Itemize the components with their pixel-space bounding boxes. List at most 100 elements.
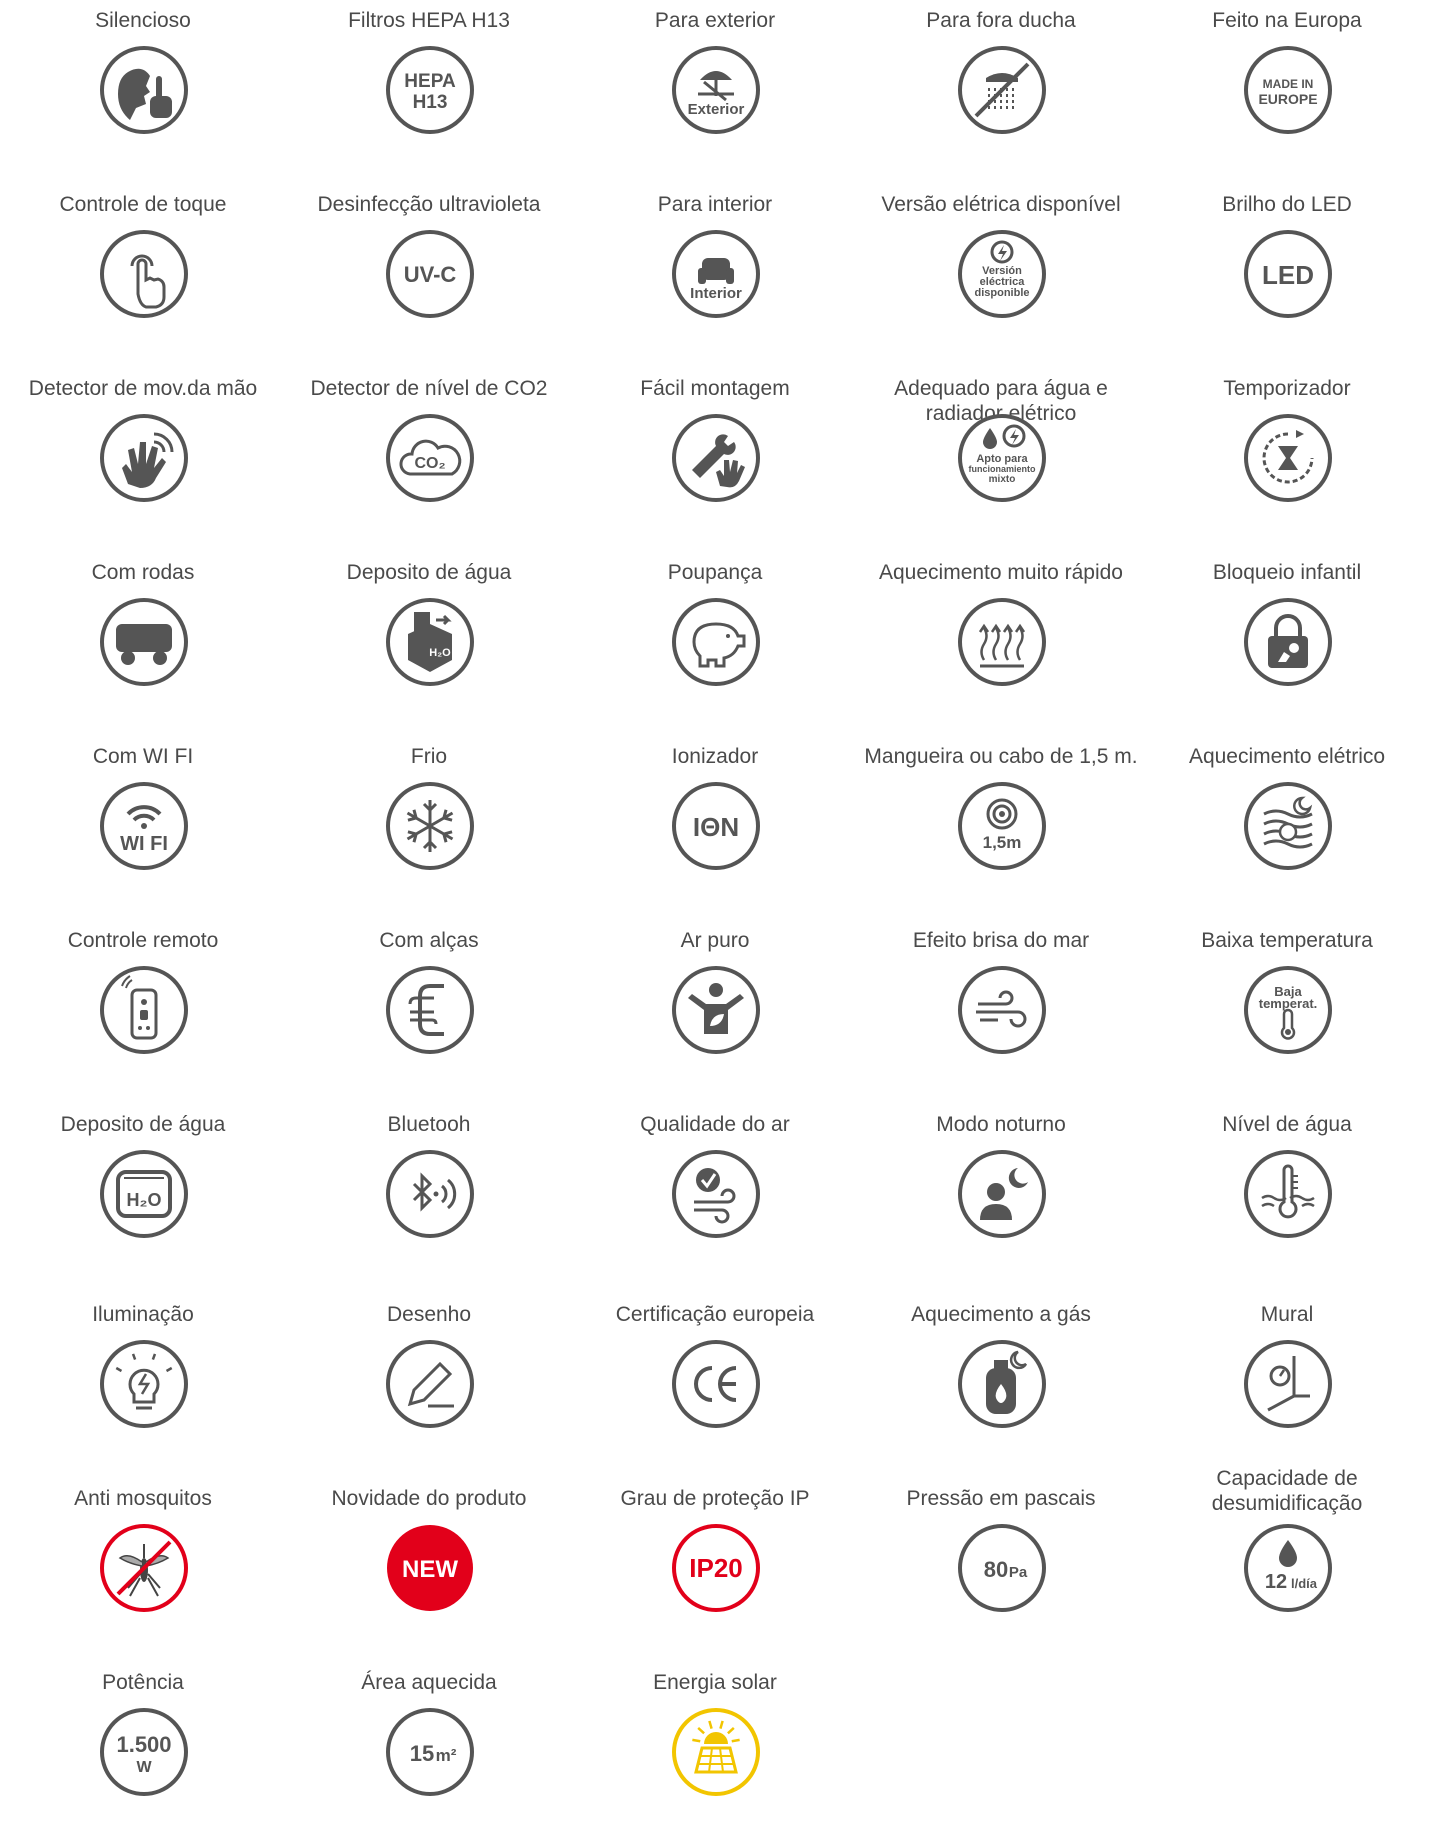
fast-heating-icon	[956, 596, 1048, 688]
feature-cell: Para interior Interior	[572, 184, 858, 368]
feature-label: Ionizador	[671, 745, 759, 768]
dehumidification-icon: 12 l/día	[1242, 1522, 1334, 1614]
no-shower-icon	[956, 44, 1048, 136]
feature-label: Novidade do produto	[331, 1487, 527, 1510]
snowflake-icon	[384, 780, 476, 872]
water-level-icon	[1242, 1148, 1334, 1240]
svg-text:80: 80	[984, 1557, 1008, 1582]
svg-text:IP20: IP20	[689, 1553, 743, 1583]
hand-motion-icon	[98, 412, 190, 504]
svg-text:funcionamiento: funcionamiento	[969, 464, 1037, 474]
feature-cell: Aquecimento elétrico	[1144, 736, 1430, 920]
feature-cell: Detector de mov.da mão	[0, 368, 286, 552]
easy-assembly-icon	[670, 412, 762, 504]
svg-text:IΘN: IΘN	[693, 812, 739, 842]
feature-label: Com WI FI	[92, 745, 194, 768]
feature-cell: Filtros HEPA H13 HEPA H13	[286, 0, 572, 184]
remote-control-icon	[98, 964, 190, 1056]
feature-cell: Ionizador IΘN	[572, 736, 858, 920]
feature-label: Nível de água	[1222, 1113, 1352, 1136]
electric-heating-icon	[1242, 780, 1334, 872]
feature-cell: Silencioso	[0, 0, 286, 184]
hose-cable-icon: 1,5m	[956, 780, 1048, 872]
feature-label: Frio	[410, 745, 448, 768]
svg-text:15: 15	[410, 1741, 434, 1766]
solar-energy-icon	[670, 1706, 762, 1798]
low-temperature-icon: Baja temperat.	[1242, 964, 1334, 1056]
feature-label: Feito na Europa	[1212, 9, 1362, 32]
wheels-icon	[98, 596, 190, 688]
svg-text:H₂O: H₂O	[429, 647, 451, 659]
ce-mark-icon	[670, 1338, 762, 1430]
design-pencil-icon	[384, 1338, 476, 1430]
svg-text:Interior: Interior	[690, 285, 742, 302]
feature-cell: Com rodas	[0, 552, 286, 736]
new-badge-icon: NEW	[384, 1522, 476, 1614]
feature-label: Controle de toque	[59, 193, 227, 216]
feature-cell: Potência 1.500 W	[0, 1662, 286, 1846]
feature-label: Para fora ducha	[926, 9, 1076, 32]
feature-cell: Com WI FI WI FI	[0, 736, 286, 920]
feature-label: Aquecimento a gás	[911, 1303, 1091, 1326]
svg-text:NEW: NEW	[402, 1556, 458, 1583]
child-lock-icon	[1242, 596, 1334, 688]
electric-version-icon: Versión eléctrica disponible	[956, 228, 1048, 320]
feature-label: Detector de mov.da mão	[28, 377, 258, 400]
feature-cell: Certificação europeia	[572, 1294, 858, 1478]
svg-text:MADE IN: MADE IN	[1263, 77, 1314, 91]
feature-cell: Mural	[1144, 1294, 1430, 1478]
feature-label: Área aquecida	[361, 1671, 497, 1694]
feature-label: Com rodas	[91, 561, 195, 584]
feature-label: Temporizador	[1223, 377, 1351, 400]
feature-label: Com alças	[379, 929, 479, 952]
power-icon: 1.500 W	[98, 1706, 190, 1798]
co2-cloud-icon: CO₂	[384, 412, 476, 504]
svg-text:Pa: Pa	[1009, 1564, 1028, 1581]
svg-text:WI FI: WI FI	[120, 833, 168, 855]
svg-text:Exterior: Exterior	[688, 101, 745, 118]
feature-cell: Área aquecida 15 m²	[286, 1662, 572, 1846]
feature-label: Potência	[102, 1671, 184, 1694]
feature-cell: Adequado para água e radiador elétrico Ap…	[858, 368, 1144, 552]
feature-cell: Deposito de água H₂O	[286, 552, 572, 736]
svg-text:H₂O: H₂O	[127, 1190, 162, 1210]
feature-cell: Poupança	[572, 552, 858, 736]
feature-cell: Baixa temperatura Baja temperat.	[1144, 920, 1430, 1104]
feature-label: Certificação europeia	[615, 1303, 815, 1326]
feature-label: Versão elétrica disponível	[881, 193, 1121, 216]
feature-label: Energia solar	[653, 1671, 777, 1694]
feature-label: Poupança	[667, 561, 763, 584]
outdoor-icon: Exterior	[670, 44, 762, 136]
feature-label: Para exterior	[654, 9, 776, 32]
svg-text:mixto: mixto	[989, 474, 1016, 485]
water-tank-icon: H₂O	[98, 1148, 190, 1240]
water-tank-box-icon: H₂O	[384, 596, 476, 688]
feature-cell: Efeito brisa do mar	[858, 920, 1144, 1104]
svg-text:EUROPE: EUROPE	[1258, 91, 1317, 107]
feature-label: Para interior	[657, 193, 773, 216]
lighting-bulb-icon	[98, 1338, 190, 1430]
feature-label: Filtros HEPA H13	[348, 9, 510, 32]
feature-label: Deposito de água	[60, 1113, 226, 1136]
feature-label: Aquecimento elétrico	[1188, 745, 1386, 768]
feature-cell: Aquecimento a gás	[858, 1294, 1144, 1478]
svg-text:1,5m: 1,5m	[983, 833, 1022, 852]
silent-icon	[98, 44, 190, 136]
feature-label: Deposito de água	[346, 561, 512, 584]
feature-label: Capacidade de desumidificação	[1211, 1467, 1363, 1515]
feature-cell: Aquecimento muito rápido	[858, 552, 1144, 736]
feature-cell: Controle de toque	[0, 184, 286, 368]
bluetooth-icon	[384, 1148, 476, 1240]
timer-icon	[1242, 412, 1334, 504]
feature-cell: Mangueira ou cabo de 1,5 m. 1,5m	[858, 736, 1144, 920]
feature-label: Iluminação	[92, 1303, 194, 1326]
feature-cell: Capacidade de desumidificação 12 l/día	[1144, 1467, 1430, 1662]
feature-label: Grau de proteção IP	[620, 1487, 810, 1510]
feature-cell: Desenho	[286, 1294, 572, 1478]
feature-label: Silencioso	[95, 9, 191, 32]
wifi-icon: WI FI	[98, 780, 190, 872]
svg-text:HEPA: HEPA	[404, 71, 456, 92]
svg-text:1.500: 1.500	[116, 1732, 171, 1757]
svg-text:l/día: l/día	[1291, 1576, 1318, 1591]
feature-label: Bluetooh	[387, 1113, 471, 1136]
